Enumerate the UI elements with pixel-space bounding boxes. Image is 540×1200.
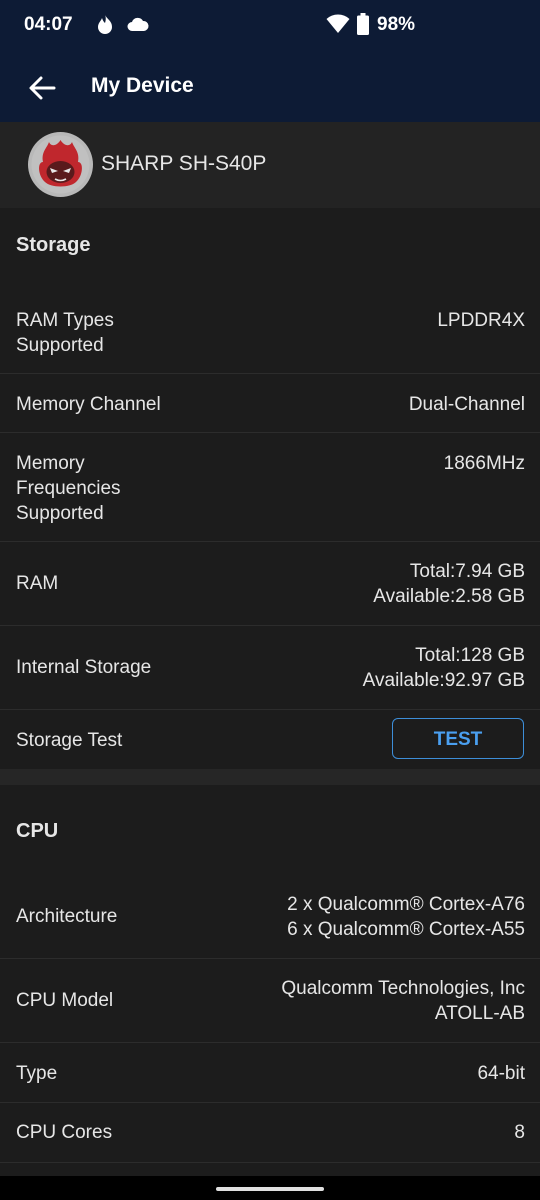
- battery-percent: 98%: [377, 14, 416, 35]
- battery-icon: [357, 13, 369, 40]
- ram-available: Available:2.58 GB: [373, 586, 525, 607]
- ram-types-label-line2: Supported: [16, 335, 104, 356]
- ram-total: Total:7.94 GB: [409, 561, 525, 582]
- storage-section: Storage RAM Types Supported LPDDR4X Memo…: [0, 208, 540, 769]
- storage-test-row: Storage Test TEST: [0, 710, 540, 769]
- ram-value: Total:7.94 GB Available:2.58 GB: [373, 559, 525, 609]
- memory-frequencies-label: Memory Frequencies Supported: [16, 451, 121, 526]
- architecture-row: Architecture 2 x Qualcomm® Cortex-A76 6 …: [0, 875, 540, 959]
- storage-section-title: Storage: [16, 234, 91, 256]
- ram-row: RAM Total:7.94 GB Available:2.58 GB: [0, 542, 540, 626]
- memory-frequencies-row: Memory Frequencies Supported 1866MHz: [0, 433, 540, 542]
- memory-frequencies-label-line2: Frequencies: [16, 478, 121, 499]
- architecture-label: Architecture: [16, 906, 118, 927]
- type-row: Type 64-bit: [0, 1043, 540, 1103]
- ram-types-value: LPDDR4X: [437, 310, 525, 331]
- memory-channel-row: Memory Channel Dual-Channel: [0, 374, 540, 433]
- internal-storage-value: Total:128 GB Available:92.97 GB: [363, 643, 525, 693]
- memory-frequencies-label-line1: Memory: [16, 453, 85, 474]
- memory-frequencies-value: 1866MHz: [443, 453, 525, 474]
- antutu-logo-icon: [28, 132, 93, 197]
- status-time: 04:07: [24, 14, 73, 35]
- type-label: Type: [16, 1063, 58, 1084]
- test-button[interactable]: TEST: [392, 718, 524, 759]
- device-name: SHARP SH-S40P: [101, 152, 267, 175]
- architecture-line1: 2 x Qualcomm® Cortex-A76: [287, 894, 525, 915]
- cpu-model-line2: ATOLL-AB: [434, 1003, 525, 1024]
- page-title: My Device: [91, 74, 194, 97]
- back-arrow-icon[interactable]: [26, 72, 58, 104]
- cpu-model-row: CPU Model Qualcomm Technologies, Inc ATO…: [0, 959, 540, 1043]
- status-bar: 04:07 98%: [0, 0, 540, 52]
- app-bar: My Device: [0, 52, 540, 122]
- device-header: SHARP SH-S40P: [0, 122, 540, 208]
- internal-storage-row: Internal Storage Total:128 GB Available:…: [0, 626, 540, 710]
- wifi-icon: [326, 14, 350, 39]
- internal-storage-total: Total:128 GB: [415, 645, 525, 666]
- type-value: 64-bit: [477, 1063, 525, 1084]
- cloud-icon: [127, 16, 149, 37]
- memory-channel-label: Memory Channel: [16, 394, 161, 415]
- home-gesture-handle[interactable]: [216, 1187, 324, 1191]
- flame-notification-icon: [95, 14, 115, 41]
- cpu-model-label: CPU Model: [16, 990, 114, 1011]
- cpu-section: CPU Architecture 2 x Qualcomm® Cortex-A7…: [0, 785, 540, 1176]
- cpu-section-title: CPU: [16, 820, 59, 842]
- ram-types-row: RAM Types Supported LPDDR4X: [0, 298, 540, 374]
- section-divider: [0, 769, 540, 785]
- cpu-cores-label: CPU Cores: [16, 1122, 113, 1143]
- memory-frequencies-label-line3: Supported: [16, 503, 104, 524]
- internal-storage-label: Internal Storage: [16, 657, 152, 678]
- cpu-cores-row: CPU Cores 8: [0, 1103, 540, 1163]
- memory-channel-value: Dual-Channel: [408, 394, 525, 415]
- cpu-cores-value: 8: [514, 1122, 525, 1143]
- ram-label: RAM: [16, 573, 59, 594]
- ram-types-label: RAM Types Supported: [16, 308, 114, 358]
- storage-test-label: Storage Test: [16, 730, 123, 751]
- navigation-bar: [0, 1176, 540, 1200]
- cpu-model-value: Qualcomm Technologies, Inc ATOLL-AB: [281, 976, 525, 1026]
- architecture-value: 2 x Qualcomm® Cortex-A76 6 x Qualcomm® C…: [287, 892, 525, 942]
- cpu-model-line1: Qualcomm Technologies, Inc: [281, 978, 525, 999]
- ram-types-label-line1: RAM Types: [16, 310, 114, 331]
- architecture-line2: 6 x Qualcomm® Cortex-A55: [287, 919, 525, 940]
- internal-storage-available: Available:92.97 GB: [362, 670, 525, 691]
